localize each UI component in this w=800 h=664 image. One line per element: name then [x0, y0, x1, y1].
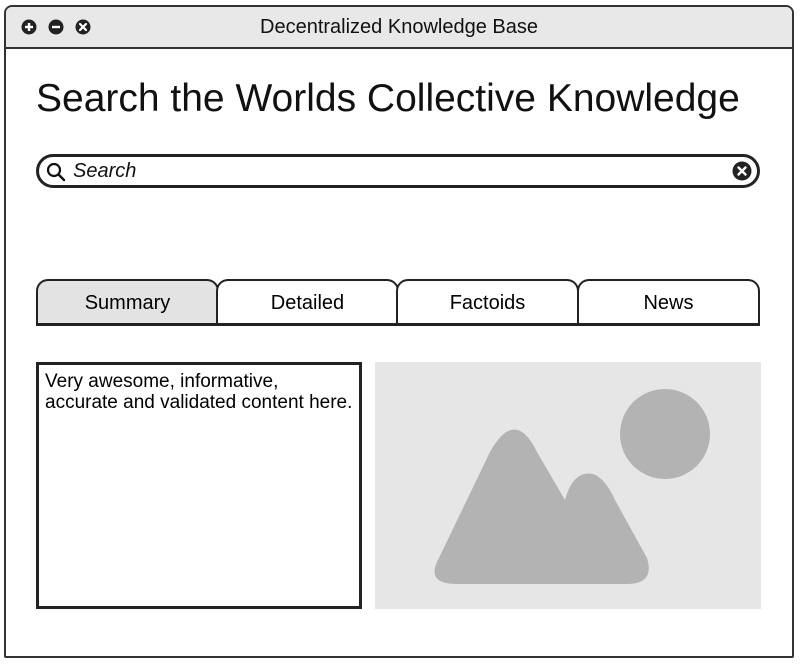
tab-bar: Summary Detailed Factoids News: [36, 279, 760, 326]
clear-icon[interactable]: [732, 161, 752, 186]
image-placeholder-icon: [375, 362, 761, 609]
search-bar[interactable]: [36, 154, 760, 188]
tab-label: Factoids: [449, 292, 526, 314]
tab-label: Summary: [84, 292, 171, 314]
title-bar: Decentralized Knowledge Base: [6, 7, 792, 49]
tab-detailed[interactable]: Detailed: [216, 279, 399, 326]
tab-label: News: [643, 292, 694, 314]
search-icon: [46, 162, 66, 187]
tab-divider: [36, 323, 760, 326]
tab-label: Detailed: [270, 292, 345, 314]
tab-summary[interactable]: Summary: [36, 279, 219, 326]
page-title: Search the Worlds Collective Knowledge: [36, 77, 740, 120]
tab-factoids[interactable]: Factoids: [396, 279, 579, 326]
window-title: Decentralized Knowledge Base: [260, 16, 538, 38]
app-window: Decentralized Knowledge Base Search the …: [4, 5, 794, 658]
search-input[interactable]: [73, 160, 713, 182]
tab-news[interactable]: News: [577, 279, 760, 326]
summary-content: Very awesome, informative, accurate and …: [36, 362, 362, 609]
content-text: Very awesome, informative, accurate and …: [45, 371, 353, 413]
